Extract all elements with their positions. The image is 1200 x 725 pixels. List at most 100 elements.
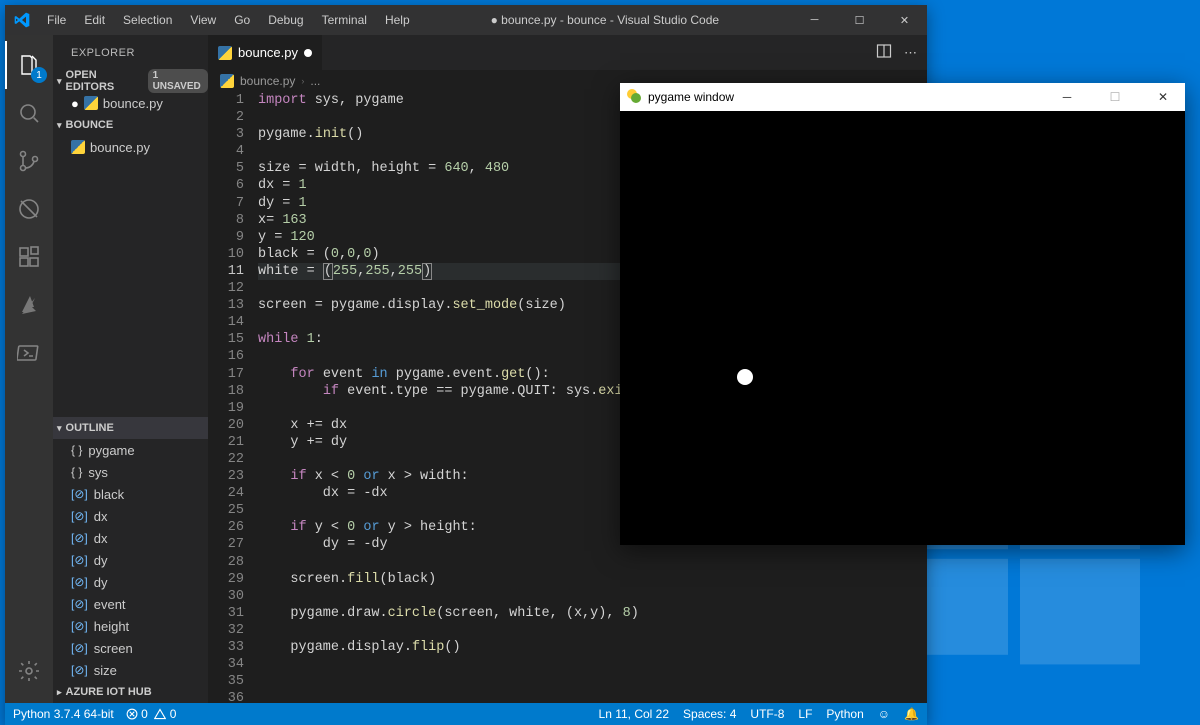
warning-count: 0	[170, 707, 177, 721]
split-editor-icon[interactable]	[876, 43, 892, 62]
outline-item-label: black	[94, 487, 124, 502]
minimize-button[interactable]: ─	[792, 5, 837, 35]
menu-edit[interactable]: Edit	[76, 9, 113, 31]
outline-item-label: size	[94, 663, 117, 678]
outline-item[interactable]: [⊘] dy	[53, 571, 208, 593]
outline-item-label: screen	[94, 641, 133, 656]
python-file-icon	[218, 46, 232, 60]
error-count: 0	[141, 707, 148, 721]
menu-debug[interactable]: Debug	[260, 9, 311, 31]
open-editors-header[interactable]: ▾ OPEN EDITORS 1 UNSAVED	[53, 70, 208, 92]
symbol-icon: [⊘]	[71, 597, 88, 611]
line-numbers-gutter: 1234567891011121314151617181920212223242…	[208, 92, 258, 703]
python-file-icon	[71, 140, 85, 154]
outline-item[interactable]: { }sys	[53, 461, 208, 483]
python-interpreter[interactable]: Python 3.7.4 64-bit	[13, 707, 114, 721]
symbol-icon: { }	[71, 465, 82, 479]
outline-item-label: dx	[94, 509, 108, 524]
extensions-icon[interactable]	[5, 233, 53, 281]
menu-go[interactable]: Go	[226, 9, 258, 31]
modified-indicator-icon	[304, 49, 312, 57]
tab-bounce-py[interactable]: bounce.py	[208, 35, 323, 70]
folder-name: BOUNCE	[66, 119, 114, 131]
search-icon[interactable]	[5, 89, 53, 137]
breadcrumb-more[interactable]: ...	[310, 74, 320, 88]
symbol-icon: [⊘]	[71, 575, 88, 589]
file-item[interactable]: bounce.py	[53, 136, 208, 158]
breadcrumb-separator-icon: ›	[301, 76, 304, 86]
cursor-position[interactable]: Ln 11, Col 22	[599, 707, 670, 721]
outline-item-label: dy	[94, 553, 108, 568]
outline-item[interactable]: [⊘] dy	[53, 549, 208, 571]
eol-status[interactable]: LF	[798, 707, 812, 721]
bouncing-ball	[737, 369, 753, 385]
menu-view[interactable]: View	[182, 9, 224, 31]
vscode-logo-icon	[5, 12, 39, 28]
indentation-status[interactable]: Spaces: 4	[683, 707, 736, 721]
feedback-icon[interactable]: ☺	[878, 707, 890, 721]
azure-iot-header[interactable]: ▸ AZURE IOT HUB	[53, 681, 208, 703]
symbol-icon: [⊘]	[71, 641, 88, 655]
explorer-icon[interactable]: 1	[5, 41, 53, 89]
chevron-down-icon: ▾	[57, 76, 62, 87]
outline-header[interactable]: ▾ OUTLINE	[53, 417, 208, 439]
symbol-icon: [⊘]	[71, 619, 88, 633]
problems-status[interactable]: 0 0	[126, 707, 177, 721]
symbol-icon: [⊘]	[71, 487, 88, 501]
outline-item-label: dy	[94, 575, 108, 590]
settings-gear-icon[interactable]	[5, 647, 53, 695]
powershell-icon[interactable]	[5, 329, 53, 377]
breadcrumb-file[interactable]: bounce.py	[240, 74, 295, 88]
menu-file[interactable]: File	[39, 9, 74, 31]
modified-indicator-icon: ●	[71, 96, 79, 111]
symbol-icon: [⊘]	[71, 553, 88, 567]
folder-header[interactable]: ▾ BOUNCE	[53, 114, 208, 136]
outline-item-label: height	[94, 619, 129, 634]
window-controls: ─ ☐ ✕	[792, 5, 927, 35]
open-editor-filename: bounce.py	[103, 96, 163, 111]
outline-item-label: event	[94, 597, 126, 612]
open-editor-item[interactable]: ● bounce.py	[53, 92, 208, 114]
open-editors-label: OPEN EDITORS	[66, 69, 140, 93]
explorer-sidebar: EXPLORER ▾ OPEN EDITORS 1 UNSAVED ● boun…	[53, 35, 208, 703]
outline-label: OUTLINE	[66, 422, 114, 434]
pygame-maximize-button[interactable]: ☐	[1093, 83, 1137, 111]
encoding-status[interactable]: UTF-8	[750, 707, 784, 721]
outline-item[interactable]: [⊘]size	[53, 659, 208, 681]
more-actions-icon[interactable]: ⋯	[904, 45, 917, 61]
menu-terminal[interactable]: Terminal	[314, 9, 375, 31]
outline-item[interactable]: { }pygame	[53, 439, 208, 461]
maximize-button[interactable]: ☐	[837, 5, 882, 35]
file-name-label: bounce.py	[90, 140, 150, 155]
main-menu: File Edit Selection View Go Debug Termin…	[39, 9, 418, 31]
symbol-icon: { }	[71, 443, 82, 457]
azure-icon[interactable]	[5, 281, 53, 329]
outline-item[interactable]: [⊘] event	[53, 593, 208, 615]
pygame-canvas	[620, 111, 1185, 545]
pygame-window: pygame window ─ ☐ ✕	[620, 83, 1185, 545]
outline-item[interactable]: [⊘]dx	[53, 527, 208, 549]
outline-item[interactable]: [⊘] black	[53, 483, 208, 505]
debug-icon[interactable]	[5, 185, 53, 233]
pygame-window-title: pygame window	[648, 90, 734, 104]
outline-item[interactable]: [⊘] dx	[53, 505, 208, 527]
titlebar[interactable]: File Edit Selection View Go Debug Termin…	[5, 5, 927, 35]
explorer-badge: 1	[31, 67, 47, 83]
outline-item[interactable]: [⊘] screen	[53, 637, 208, 659]
source-control-icon[interactable]	[5, 137, 53, 185]
pygame-titlebar[interactable]: pygame window ─ ☐ ✕	[620, 83, 1185, 111]
pygame-icon	[626, 88, 642, 107]
chevron-down-icon: ▾	[57, 423, 62, 434]
language-mode[interactable]: Python	[826, 707, 863, 721]
tab-actions: ⋯	[876, 35, 927, 70]
outline-item[interactable]: [⊘] height	[53, 615, 208, 637]
pygame-minimize-button[interactable]: ─	[1045, 83, 1089, 111]
symbol-icon: [⊘]	[71, 509, 88, 523]
notifications-icon[interactable]: 🔔	[904, 707, 919, 721]
close-button[interactable]: ✕	[882, 5, 927, 35]
tab-label: bounce.py	[238, 45, 298, 60]
status-bar: Python 3.7.4 64-bit 0 0 Ln 11, Col 22 Sp…	[5, 703, 927, 725]
menu-selection[interactable]: Selection	[115, 9, 180, 31]
menu-help[interactable]: Help	[377, 9, 418, 31]
pygame-close-button[interactable]: ✕	[1141, 83, 1185, 111]
